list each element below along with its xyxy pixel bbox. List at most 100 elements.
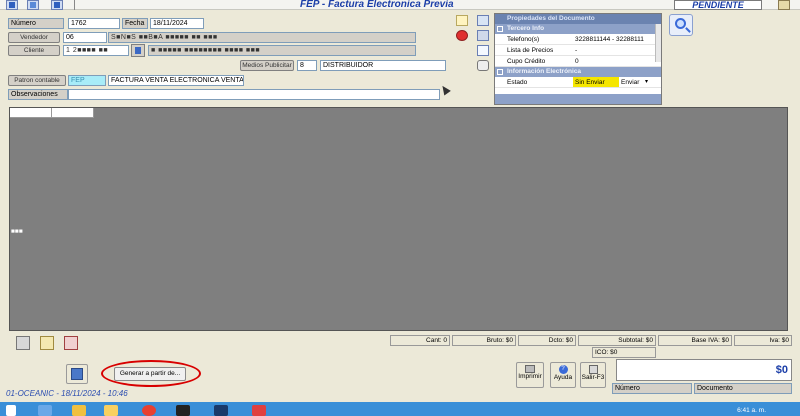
prop-key: Lista de Precios xyxy=(507,47,554,54)
props-row: Cupo Crédito 0 xyxy=(495,56,661,67)
window-title: FEP - Factura Electronica Previa xyxy=(300,0,454,10)
ayuda-button[interactable]: ? Ayuda xyxy=(550,362,576,388)
taskbar-clock: 6:41 a. m. xyxy=(737,407,766,414)
salir-label: Salir-F3 xyxy=(581,374,605,381)
prop-value: 3228811144 - 32288111 xyxy=(575,36,644,43)
medios-code: 8 xyxy=(300,62,304,69)
footer-documento-label: Documento xyxy=(697,385,733,392)
grid-column-header[interactable] xyxy=(52,108,94,118)
medios-value-field: DISTRIBUIDOR xyxy=(320,60,446,71)
properties-scrollbar[interactable] xyxy=(655,24,661,62)
fecha-label-box: Fecha xyxy=(122,18,148,29)
calendar-icon[interactable] xyxy=(778,0,790,10)
cliente-button[interactable]: Cliente xyxy=(8,45,60,56)
prop-key: Cupo Crédito xyxy=(507,58,546,65)
delete-row-icon[interactable] xyxy=(64,336,78,350)
attach-icon[interactable] xyxy=(477,60,489,71)
tercero-section-label: Tercero Info xyxy=(507,25,545,32)
props-row: Telefono(s) 3228811144 - 32288111 xyxy=(495,34,661,45)
properties-panel: Propiedades del Documento Tercero Info T… xyxy=(494,13,662,105)
nav-next-button[interactable] xyxy=(51,0,63,10)
observaciones-label-box: Observaciones xyxy=(8,89,68,100)
nav-first-icon xyxy=(9,2,15,8)
info-section-label: Información Electrónica xyxy=(507,68,582,75)
mouse-cursor xyxy=(439,83,451,96)
iva-total: Iva: $0 xyxy=(734,335,792,346)
patron-value: FACTURA VENTA ELECTRONICA VENTA xyxy=(111,77,244,84)
status-badge: PENDIENTE xyxy=(674,0,762,10)
salir-button[interactable]: Salir-F3 xyxy=(580,362,606,388)
patron-value-field: FACTURA VENTA ELECTRONICA VENTA xyxy=(108,75,244,86)
numero-value: 1762 xyxy=(71,20,87,27)
properties-header: Propiedades del Documento xyxy=(495,14,661,24)
calculator-button[interactable] xyxy=(66,364,88,384)
grid-column-header[interactable] xyxy=(10,108,52,118)
patron-contable-button[interactable]: Patron contable xyxy=(8,75,66,86)
info-electronica-section[interactable]: Información Electrónica xyxy=(495,67,661,77)
enviar-dropdown[interactable]: Enviar xyxy=(619,77,645,87)
dcto-total: Dcto: $0 xyxy=(518,335,576,346)
taskbar: 6:41 a. m. xyxy=(0,402,800,416)
observaciones-field[interactable] xyxy=(68,89,440,100)
cliente-code-field[interactable]: 1 2■■■■ ■■ xyxy=(63,45,129,56)
search-doc-button[interactable] xyxy=(27,0,39,10)
imprimir-button[interactable]: Imprimir xyxy=(516,362,544,388)
mail-icon[interactable] xyxy=(38,405,52,416)
numero-field[interactable]: 1762 xyxy=(68,18,120,29)
vendedor-code-field[interactable]: 06 xyxy=(63,32,107,43)
terminal-icon[interactable] xyxy=(214,405,228,416)
imprimir-label: Imprimir xyxy=(518,373,542,380)
cliente-code: 1 2■■■■ ■■ xyxy=(66,47,109,54)
prop-value: 0 xyxy=(575,58,579,65)
prop-key: Telefono(s) xyxy=(507,36,540,43)
tercero-section[interactable]: Tercero Info xyxy=(495,24,661,34)
medios-code-field[interactable]: 8 xyxy=(297,60,317,71)
print-icon[interactable] xyxy=(16,336,30,350)
estado-label: Estado xyxy=(507,79,528,86)
status-line: 01-OCEANIC - 18/11/2024 - 10:46 xyxy=(6,389,128,398)
medios-button[interactable]: Medios Publicitar xyxy=(240,60,294,71)
footer-numero-label: Número xyxy=(615,385,640,392)
printer-icon xyxy=(525,365,535,373)
grand-total: $0 xyxy=(616,359,792,381)
pdf-icon[interactable] xyxy=(252,405,266,416)
properties-footer xyxy=(495,94,661,104)
subtotal-total: Subtotal: $0 xyxy=(578,335,656,346)
folder-icon[interactable] xyxy=(72,405,86,416)
vendedor-name-field: S■N■S ■■B■A ■■■■■ ■■ ■■■ xyxy=(108,32,416,43)
patron-code-field[interactable]: FEP xyxy=(68,75,106,86)
delete-icon[interactable] xyxy=(456,30,468,41)
search-icon xyxy=(675,18,686,29)
print-preview-icon[interactable] xyxy=(477,30,489,41)
bruto-total: Bruto: $0 xyxy=(452,335,516,346)
exit-icon xyxy=(588,365,598,374)
detail-grid[interactable]: ■■■ xyxy=(9,107,788,331)
pencil-icon[interactable] xyxy=(40,336,54,350)
props-row: Lista de Precios - xyxy=(495,45,661,56)
vendedor-button[interactable]: Vendedor xyxy=(8,32,60,43)
fecha-label: Fecha xyxy=(125,20,145,27)
new-document-icon[interactable] xyxy=(456,15,468,26)
nav-first-button[interactable] xyxy=(6,0,18,10)
collapse-icon xyxy=(497,26,503,32)
estado-value: Sin Enviar xyxy=(573,77,619,87)
app-icon[interactable] xyxy=(176,405,190,416)
toolbar-divider xyxy=(74,0,75,10)
chrome-icon[interactable] xyxy=(142,405,156,416)
start-icon[interactable] xyxy=(6,405,16,416)
copy-icon[interactable] xyxy=(477,45,489,56)
nav-next-icon xyxy=(54,2,60,8)
explorer-icon[interactable] xyxy=(104,405,118,416)
numero-label-box: Número xyxy=(8,18,64,29)
cliente-lookup-button[interactable] xyxy=(131,44,145,57)
chevron-down-icon[interactable]: ▾ xyxy=(645,77,653,87)
highlight-annotation xyxy=(101,360,201,387)
ayuda-label: Ayuda xyxy=(553,374,573,381)
fecha-field[interactable]: 18/11/2024 xyxy=(150,18,204,29)
search-button[interactable] xyxy=(669,14,693,36)
lookup-icon xyxy=(135,47,141,54)
cliente-name-field: ■ ■■■■■ ■■■■■■■■ ■■■■ ■■■ xyxy=(148,45,416,56)
edit-icon[interactable] xyxy=(477,15,489,26)
ico-total: ICO: $0 xyxy=(592,347,656,358)
patron-code: FEP xyxy=(71,77,85,84)
